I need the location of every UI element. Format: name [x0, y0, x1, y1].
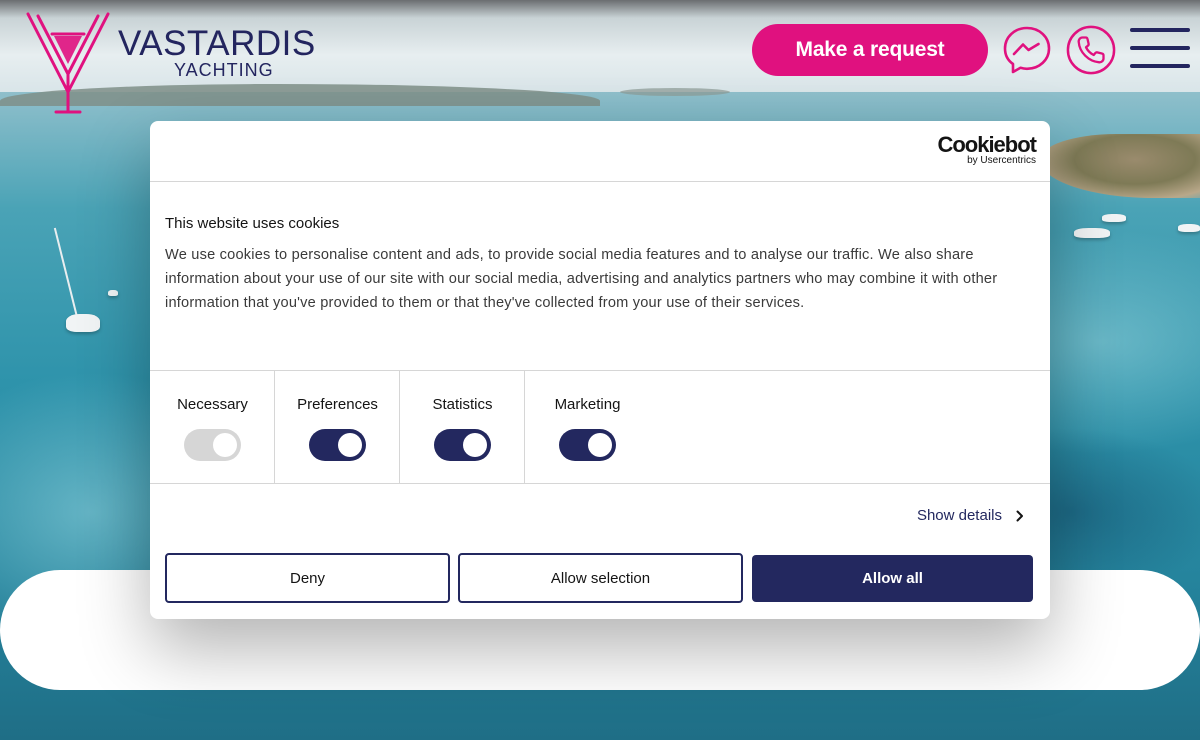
dialog-description: We use cookies to personalise content an…	[165, 247, 998, 311]
messenger-icon	[1003, 26, 1051, 74]
phone-icon	[1066, 25, 1116, 75]
make-request-button[interactable]: Make a request	[752, 24, 988, 76]
category-necessary: Necessary	[150, 371, 275, 484]
preferences-toggle[interactable]	[309, 429, 366, 461]
motor-boat	[1102, 214, 1126, 222]
motor-boat	[1074, 228, 1110, 238]
category-label: Statistics	[432, 396, 493, 413]
chevron-right-icon	[1016, 510, 1023, 521]
distant-islet	[620, 88, 730, 96]
allow-selection-button[interactable]: Allow selection	[458, 553, 743, 603]
cookiebot-logo-name: Cookiebot	[937, 132, 1037, 157]
category-marketing: Marketing	[525, 371, 650, 484]
cookiebot-logo[interactable]: Cookiebot by Usercentrics	[937, 132, 1037, 166]
motor-boat	[1178, 224, 1200, 232]
category-preferences: Preferences	[275, 371, 400, 484]
dialog-title: This website uses cookies	[165, 215, 340, 232]
deny-button[interactable]: Deny	[165, 553, 450, 603]
category-label: Preferences	[297, 396, 378, 413]
small-boat	[108, 290, 118, 296]
site-logo[interactable]: VASTARDIS YACHTING	[26, 12, 346, 116]
show-details-label: Show details	[916, 507, 1002, 524]
show-details-link[interactable]: Show details	[917, 507, 1024, 524]
marketing-toggle[interactable]	[559, 429, 616, 461]
brand-name: VASTARDIS	[118, 24, 316, 63]
cookiebot-logo-by: by Usercentrics	[967, 155, 1036, 166]
category-label: Marketing	[554, 396, 621, 413]
phone-button[interactable]	[1066, 24, 1116, 76]
toggle-knob	[588, 433, 612, 457]
statistics-toggle[interactable]	[434, 429, 491, 461]
toggle-knob	[213, 433, 237, 457]
toggle-knob	[463, 433, 487, 457]
hamburger-menu-button[interactable]	[1130, 28, 1190, 70]
hamburger-menu-icon	[1130, 46, 1190, 50]
dialog-header: Cookiebot by Usercentrics	[150, 121, 1050, 182]
consent-categories: Necessary Preferences Statistics Marketi…	[150, 370, 1050, 484]
messenger-button[interactable]	[1002, 24, 1052, 76]
hamburger-menu-icon	[1130, 28, 1190, 32]
allow-all-button[interactable]: Allow all	[752, 555, 1033, 602]
category-label: Necessary	[177, 396, 248, 413]
hamburger-menu-icon	[1130, 64, 1190, 68]
brand-subtitle: YACHTING	[174, 60, 274, 80]
toggle-knob	[338, 433, 362, 457]
necessary-toggle	[184, 429, 241, 461]
sailboat	[66, 314, 100, 332]
logo-mark-icon	[26, 12, 110, 114]
cookie-consent-dialog: Cookiebot by Usercentrics This website u…	[150, 121, 1050, 619]
category-statistics: Statistics	[400, 371, 525, 484]
